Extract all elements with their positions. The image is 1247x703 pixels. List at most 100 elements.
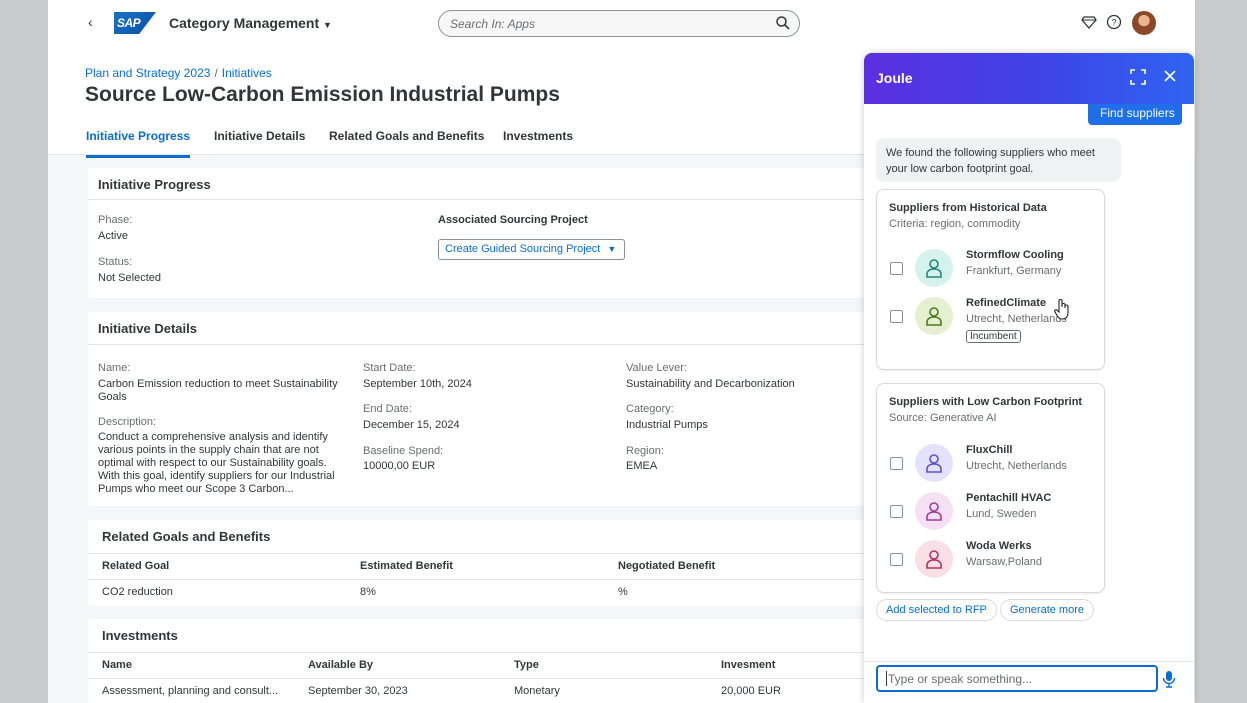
joule-title: Joule (876, 70, 913, 86)
user-avatar[interactable] (1132, 11, 1156, 35)
column-header[interactable]: Negotiated Benefit (618, 560, 715, 572)
joule-input[interactable]: Type or speak something... (876, 665, 1158, 692)
add-to-rfp-button[interactable]: Add selected to RFP (876, 599, 997, 621)
tab-related-goals[interactable]: Related Goals and Benefits (329, 129, 484, 155)
table-cell: % (618, 586, 628, 598)
search-icon[interactable] (775, 15, 791, 31)
supplier-avatar (915, 492, 953, 530)
back-icon[interactable]: ‹ (88, 14, 93, 30)
card-title: Suppliers with Low Carbon Footprint (889, 396, 1083, 408)
baseline-spend-value: 10000,00 EUR (363, 460, 436, 472)
end-date-value: December 15, 2024 (363, 419, 460, 431)
app-title[interactable]: Category Management ▼ (169, 15, 332, 31)
card-subtitle: Criteria: region, commodity (889, 218, 1021, 230)
section-title: Investments (102, 628, 178, 643)
breadcrumb-separator: / (214, 66, 218, 80)
category-label: Category: (626, 403, 674, 415)
table-cell: 20,000 EUR (721, 685, 781, 697)
phase-label: Phase: (98, 214, 133, 226)
table-cell: CO2 reduction (102, 586, 173, 598)
create-sourcing-project-label: Create Guided Sourcing Project (445, 243, 601, 255)
column-header[interactable]: Estimated Benefit (360, 560, 453, 572)
supplier-location: Utrecht, Netherlands (966, 460, 1067, 472)
user-message: Find suppliers (1088, 104, 1182, 125)
supplier-name: Stormflow Cooling (966, 249, 1064, 261)
low-carbon-suppliers-card: Suppliers with Low Carbon Footprint Sour… (876, 383, 1105, 593)
supplier-avatar (915, 297, 953, 335)
supplier-row[interactable]: Stormflow Cooling Frankfurt, Germany (877, 246, 1106, 294)
person-icon (926, 454, 942, 473)
close-icon[interactable] (1163, 69, 1177, 83)
breadcrumb-link-plan[interactable]: Plan and Strategy 2023 (85, 66, 210, 80)
create-sourcing-project-button[interactable]: Create Guided Sourcing Project ▼ (438, 239, 626, 260)
column-header[interactable]: Available By (308, 659, 373, 671)
supplier-row[interactable]: Woda Werks Warsaw,Poland (877, 537, 1106, 585)
value-lever-value: Sustainability and Decarbonization (626, 378, 795, 390)
supplier-name: RefinedClimate (966, 297, 1047, 309)
column-header[interactable]: Invesment (721, 659, 775, 671)
column-header[interactable]: Name (102, 659, 132, 671)
joule-footer: Type or speak something... (864, 661, 1194, 703)
category-value: Industrial Pumps (626, 419, 708, 431)
table-cell: Monetary (514, 685, 560, 697)
name-value: Carbon Emission reduction to meet Sustai… (98, 378, 338, 403)
supplier-avatar (915, 540, 953, 578)
joule-header: Joule (864, 53, 1194, 104)
supplier-name: Woda Werks (966, 540, 1032, 552)
person-icon (926, 259, 942, 278)
supplier-checkbox[interactable] (890, 457, 903, 470)
table-cell: Assessment, planning and consult... (102, 685, 279, 697)
sourcing-label: Associated Sourcing Project (438, 214, 588, 226)
supplier-name: FluxChill (966, 444, 1013, 456)
supplier-checkbox[interactable] (890, 310, 903, 323)
supplier-row[interactable]: RefinedClimate Utrecht, Netherlands Incu… (877, 294, 1106, 343)
start-date-label: Start Date: (363, 362, 416, 374)
microphone-icon[interactable] (1162, 670, 1176, 688)
column-header[interactable]: Related Goal (102, 560, 169, 572)
diamond-icon[interactable] (1081, 14, 1097, 30)
search-field[interactable]: Search In: Apps (438, 10, 800, 37)
baseline-spend-label: Baseline Spend: (363, 445, 444, 457)
tab-initiative-details[interactable]: Initiative Details (214, 129, 305, 155)
supplier-checkbox[interactable] (890, 262, 903, 275)
historical-suppliers-card: Suppliers from Historical Data Criteria:… (876, 189, 1105, 370)
breadcrumb: Plan and Strategy 2023 / Initiatives (85, 66, 272, 80)
chevron-down-icon: ▼ (323, 20, 332, 30)
supplier-avatar (915, 444, 953, 482)
supplier-name: Pentachill HVAC (966, 492, 1052, 504)
sap-logo[interactable]: SAP (114, 12, 156, 34)
breadcrumb-link-initiatives[interactable]: Initiatives (222, 66, 272, 80)
table-cell: September 30, 2023 (308, 685, 408, 697)
value-lever-label: Value Lever: (626, 362, 687, 374)
supplier-checkbox[interactable] (890, 553, 903, 566)
section-title: Related Goals and Benefits (102, 529, 271, 544)
chevron-down-icon: ▼ (607, 244, 617, 254)
supplier-row[interactable]: Pentachill HVAC Lund, Sweden (877, 489, 1106, 537)
region-value: EMEA (626, 460, 658, 472)
generate-more-button[interactable]: Generate more (1000, 599, 1094, 621)
help-icon[interactable]: ? (1106, 14, 1122, 30)
section-title: Initiative Details (98, 321, 197, 336)
person-icon (926, 307, 942, 326)
column-header[interactable]: Type (514, 659, 539, 671)
description-label: Description: (98, 416, 157, 428)
supplier-row[interactable]: FluxChill Utrecht, Netherlands (877, 441, 1106, 489)
status-value: Not Selected (98, 272, 161, 284)
expand-icon[interactable] (1130, 69, 1146, 85)
joule-input-placeholder: Type or speak something... (888, 672, 1033, 686)
supplier-checkbox[interactable] (890, 505, 903, 518)
svg-text:?: ? (1111, 18, 1116, 28)
search-input[interactable]: Search In: Apps (450, 17, 535, 31)
person-icon (926, 502, 942, 521)
bot-message: We found the following suppliers who mee… (876, 138, 1121, 182)
tab-investments[interactable]: Investments (503, 129, 573, 155)
joule-panel: Joule Find suppliers We found the follow… (864, 53, 1194, 703)
section-title: Initiative Progress (98, 177, 211, 192)
tab-initiative-progress[interactable]: Initiative Progress (86, 129, 191, 158)
supplier-location: Lund, Sweden (966, 508, 1037, 520)
supplier-location: Utrecht, Netherlands (966, 313, 1067, 325)
shell-bar: ‹ SAP Category Management ▼ Search In: A… (48, 0, 1195, 47)
region-label: Region: (626, 445, 664, 457)
hand-cursor-icon (1054, 299, 1069, 320)
end-date-label: End Date: (363, 403, 412, 415)
